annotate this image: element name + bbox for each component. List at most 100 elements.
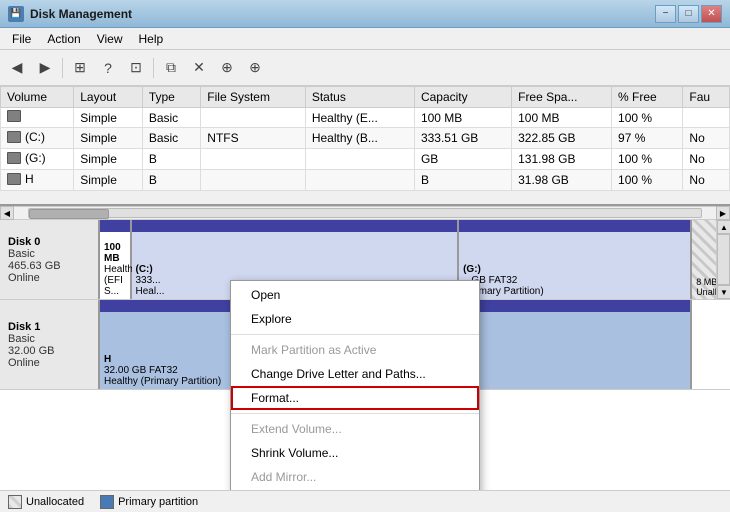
disk-view: Disk 0 Basic 465.63 GB Online 100 MB Hea…	[0, 220, 730, 490]
ctx-extend: Extend Volume...	[231, 417, 479, 441]
disk-1-status: Online	[8, 357, 90, 369]
cell-free: 31.98 GB	[512, 170, 612, 191]
ctx-shrink[interactable]: Shrink Volume...	[231, 441, 479, 465]
window-controls: − □ ✕	[655, 5, 722, 23]
h-scrollbar[interactable]: ◀ ▶	[0, 206, 730, 220]
status-bar: Unallocated Primary partition	[0, 490, 730, 512]
disk-0-status: Online	[8, 272, 90, 284]
back-button[interactable]: ◀	[4, 55, 30, 81]
scroll-right[interactable]: ▶	[716, 206, 730, 220]
table-row[interactable]: Simple Basic Healthy (E... 100 MB 100 MB…	[1, 108, 730, 128]
partition-header	[132, 220, 458, 232]
toolbar: ◀ ▶ ⊞ ? ⊡ ⧉ ✕ ⊕ ⊕	[0, 50, 730, 86]
col-fault: Fau	[683, 87, 730, 108]
minimize-button[interactable]: −	[655, 5, 676, 23]
disk-1-size: 32.00 GB	[8, 345, 90, 357]
status-primary: Primary partition	[100, 495, 198, 509]
ctx-explore[interactable]: Explore	[231, 307, 479, 331]
cell-fault	[683, 108, 730, 128]
table-row[interactable]: (G:) Simple B GB 131.98 GB 100 % No	[1, 149, 730, 170]
table-row[interactable]: (C:) Simple Basic NTFS Healthy (B... 333…	[1, 128, 730, 149]
table-row[interactable]: H Simple B B 31.98 GB 100 % No	[1, 170, 730, 191]
cell-layout: Simple	[74, 149, 143, 170]
cell-free: 322.85 GB	[512, 128, 612, 149]
forward-button[interactable]: ▶	[32, 55, 58, 81]
cell-capacity: B	[414, 170, 511, 191]
scroll-track[interactable]	[717, 234, 730, 285]
maximize-button[interactable]: □	[678, 5, 699, 23]
cell-fs	[201, 108, 306, 128]
app-icon: 💾	[8, 6, 24, 22]
delete-button[interactable]: ✕	[186, 55, 212, 81]
close-button[interactable]: ✕	[701, 5, 722, 23]
primary-icon	[100, 495, 114, 509]
cell-type: Basic	[142, 128, 200, 149]
main-content: Volume Layout Type File System Status Ca…	[0, 86, 730, 490]
cell-status	[305, 170, 414, 191]
ctx-change-letter[interactable]: Change Drive Letter and Paths...	[231, 362, 479, 386]
cell-volume: (G:)	[1, 149, 74, 170]
partition-content: 100 MB Healthy (EFI S...	[104, 242, 126, 297]
cell-pct: 97 %	[612, 128, 683, 149]
partition-content: (G:) ...GB FAT32 (Primary Partition)	[463, 264, 686, 297]
extra-button[interactable]: ⊕	[242, 55, 268, 81]
cell-fs	[201, 170, 306, 191]
cell-pct: 100 %	[612, 108, 683, 128]
refresh-button[interactable]: ⧉	[158, 55, 184, 81]
menu-bar: File Action View Help	[0, 28, 730, 50]
ctx-open[interactable]: Open	[231, 283, 479, 307]
col-capacity: Capacity	[414, 87, 511, 108]
cell-volume: (C:)	[1, 128, 74, 149]
toolbar-sep-1	[62, 58, 63, 78]
v-scrollbar[interactable]: ▲ ▼	[716, 220, 730, 299]
cell-type: Basic	[142, 108, 200, 128]
scroll-track[interactable]	[28, 208, 702, 218]
disk-1-name: Disk 1	[8, 321, 90, 333]
cell-fault: No	[683, 170, 730, 191]
scroll-up[interactable]: ▲	[717, 220, 730, 234]
cell-fault: No	[683, 128, 730, 149]
disk-0-name: Disk 0	[8, 236, 90, 248]
title-bar: 💾 Disk Management − □ ✕	[0, 0, 730, 28]
cell-layout: Simple	[74, 128, 143, 149]
menu-view[interactable]: View	[89, 30, 131, 48]
properties-button[interactable]: ⊕	[214, 55, 240, 81]
status-unallocated: Unallocated	[8, 495, 84, 509]
cell-layout: Simple	[74, 170, 143, 191]
volume-table: Volume Layout Type File System Status Ca…	[0, 86, 730, 206]
disk-0-label: Disk 0 Basic 465.63 GB Online	[0, 220, 100, 299]
view-button[interactable]: ⊡	[123, 55, 149, 81]
cell-type: B	[142, 170, 200, 191]
cell-pct: 100 %	[612, 149, 683, 170]
ctx-format[interactable]: Format...	[231, 386, 479, 410]
cell-capacity: 100 MB	[414, 108, 511, 128]
toolbar-sep-2	[153, 58, 154, 78]
context-menu: Open Explore Mark Partition as Active Ch…	[230, 280, 480, 490]
grid-button[interactable]: ⊞	[67, 55, 93, 81]
partition-efi[interactable]: 100 MB Healthy (EFI S...	[100, 220, 132, 299]
help-button[interactable]: ?	[95, 55, 121, 81]
col-pct: % Free	[612, 87, 683, 108]
cell-fs	[201, 149, 306, 170]
disk-0-size: 465.63 GB	[8, 260, 90, 272]
unallocated-label: Unallocated	[26, 496, 84, 508]
col-fs: File System	[201, 87, 306, 108]
scroll-thumb[interactable]	[29, 209, 109, 219]
scroll-left[interactable]: ◀	[0, 206, 14, 220]
ctx-sep-1	[231, 334, 479, 335]
partition-header	[459, 220, 690, 232]
menu-help[interactable]: Help	[131, 30, 172, 48]
cell-volume	[1, 108, 74, 128]
menu-file[interactable]: File	[4, 30, 39, 48]
cell-pct: 100 %	[612, 170, 683, 191]
scroll-down[interactable]: ▼	[717, 285, 730, 299]
ctx-delete[interactable]: Delete Volume...	[231, 489, 479, 490]
cell-free: 100 MB	[512, 108, 612, 128]
cell-fs: NTFS	[201, 128, 306, 149]
cell-free: 131.98 GB	[512, 149, 612, 170]
col-type: Type	[142, 87, 200, 108]
cell-volume: H	[1, 170, 74, 191]
partition-g[interactable]: (G:) ...GB FAT32 (Primary Partition)	[459, 220, 692, 299]
menu-action[interactable]: Action	[39, 30, 88, 48]
ctx-mark-active: Mark Partition as Active	[231, 338, 479, 362]
